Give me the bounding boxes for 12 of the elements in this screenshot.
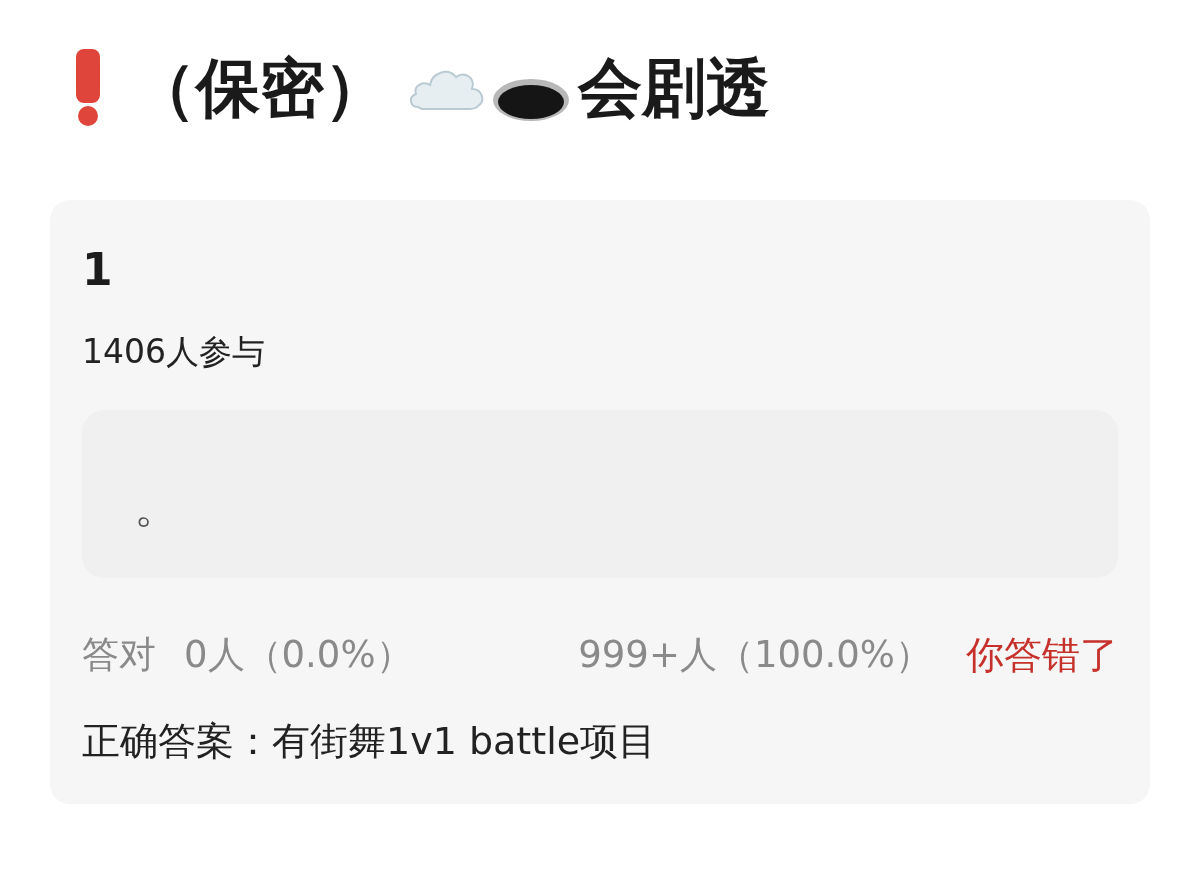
title-suffix: 会剧透	[578, 56, 770, 120]
hole-icon	[492, 78, 570, 122]
participant-count: 1406人参与	[82, 332, 265, 372]
option-text: 。	[134, 481, 180, 531]
correct-label: 答对	[82, 632, 156, 678]
correct-count: 0人（0.0%）	[184, 632, 413, 678]
question-number: 1	[82, 243, 113, 297]
wrong-count: 999+人（100.0%）	[578, 632, 932, 678]
page-title: （保密）	[132, 56, 388, 120]
option-box[interactable]: 。	[82, 410, 1118, 578]
correct-answer: 正确答案：有街舞1v1 battle项目	[82, 718, 657, 764]
result-text: 你答错了	[966, 632, 1118, 678]
